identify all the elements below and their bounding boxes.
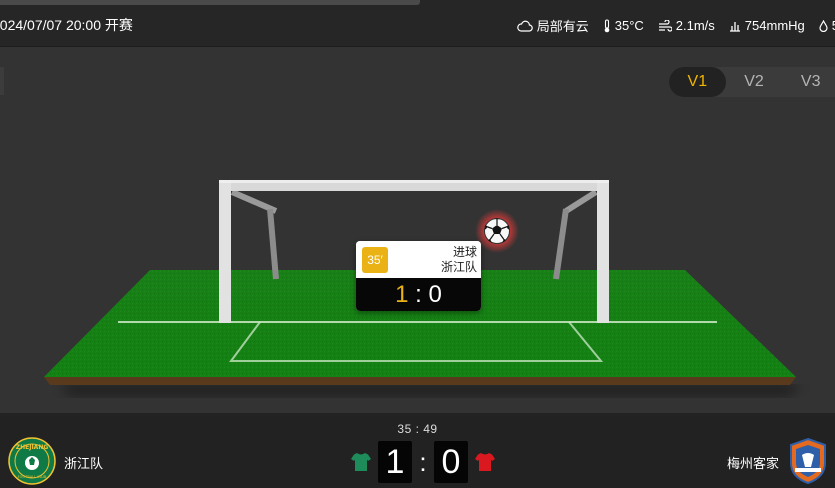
pitch-soil-edge [44, 377, 796, 385]
svg-text:FOOTBALL CLUB: FOOTBALL CLUB [18, 475, 47, 479]
temperature-text: 35°C [614, 18, 644, 33]
event-score-colon: : [415, 281, 429, 308]
weather-info: 局部有云 35°C 2.1m/s 754mmHg [516, 16, 835, 35]
goal-back-bar-right [564, 189, 598, 214]
goal-back-bar-left [230, 189, 278, 214]
goal-event-card: 35′ 进球 浙江队 1 : 0 [356, 241, 481, 311]
weather-condition: 局部有云 [516, 16, 589, 35]
score-separator: : [419, 446, 427, 477]
away-team-logo [787, 437, 829, 488]
pressure-icon [729, 20, 741, 32]
weather-extra: 5 [819, 18, 835, 33]
match-info-bar: 2024/07/07 20:00 开赛 局部有云 35°C 2.1m/s 754… [0, 0, 835, 47]
svg-text:ZHEJIANG: ZHEJIANG [16, 444, 49, 451]
event-score: 1 : 0 [356, 278, 481, 311]
thermometer-icon [603, 18, 611, 33]
away-jersey-icon [474, 451, 496, 473]
soccer-ball-icon [484, 218, 510, 244]
match-datetime: 2024/07/07 20:00 开赛 [0, 17, 133, 33]
event-score-away: 0 [428, 281, 442, 308]
event-score-home: 1 [395, 281, 409, 308]
main-score: 1 : 0 [350, 441, 496, 483]
match-live-page: 2024/07/07 20:00 开赛 局部有云 35°C 2.1m/s 754… [0, 0, 835, 488]
pitch-scene [44, 180, 800, 395]
pitch-shadow [60, 385, 800, 395]
scoreboard: 35 : 49 ZHEJIANG FOOTBALL CLUB 浙江队 1 : 0 [0, 413, 835, 488]
humidity-icon [819, 19, 828, 32]
wind-text: 2.1m/s [675, 18, 715, 33]
weather-condition-text: 局部有云 [536, 19, 589, 34]
goal-support-right [553, 208, 569, 280]
weather-pressure: 754mmHg [729, 18, 805, 33]
weather-wind: 2.1m/s [658, 18, 715, 33]
goal-post-right [597, 180, 609, 323]
scroll-indicator[interactable] [0, 0, 420, 5]
home-score: 1 [378, 441, 412, 483]
pressure-text: 754mmHg [744, 18, 805, 33]
live-animation-area: V1 V2 V3 35′ 进球 浙江队 1: 0 [0, 47, 835, 413]
home-team-logo: ZHEJIANG FOOTBALL CLUB [8, 437, 56, 488]
match-clock: 35 : 49 [397, 422, 438, 436]
away-team-name: 梅州客家 [726, 456, 779, 471]
event-type: 进球 [452, 245, 477, 259]
event-team: 浙江队 [440, 260, 477, 274]
goal-event-header: 35′ 进球 浙江队 [356, 241, 481, 278]
event-minute: 35′ [362, 247, 388, 273]
goal-support-left [267, 208, 279, 280]
home-jersey-icon [350, 451, 372, 473]
goal-highlight [219, 180, 609, 183]
away-team[interactable]: 梅州客家 [727, 437, 829, 488]
weather-temperature: 35°C [603, 18, 644, 33]
home-team-name: 浙江队 [64, 456, 104, 471]
cloud-icon [516, 20, 533, 32]
wind-icon [658, 19, 672, 32]
event-details: 进球 浙江队 [441, 245, 477, 275]
goal-post-left [219, 180, 231, 323]
away-score: 0 [434, 441, 468, 483]
home-team[interactable]: ZHEJIANG FOOTBALL CLUB 浙江队 [8, 437, 103, 488]
